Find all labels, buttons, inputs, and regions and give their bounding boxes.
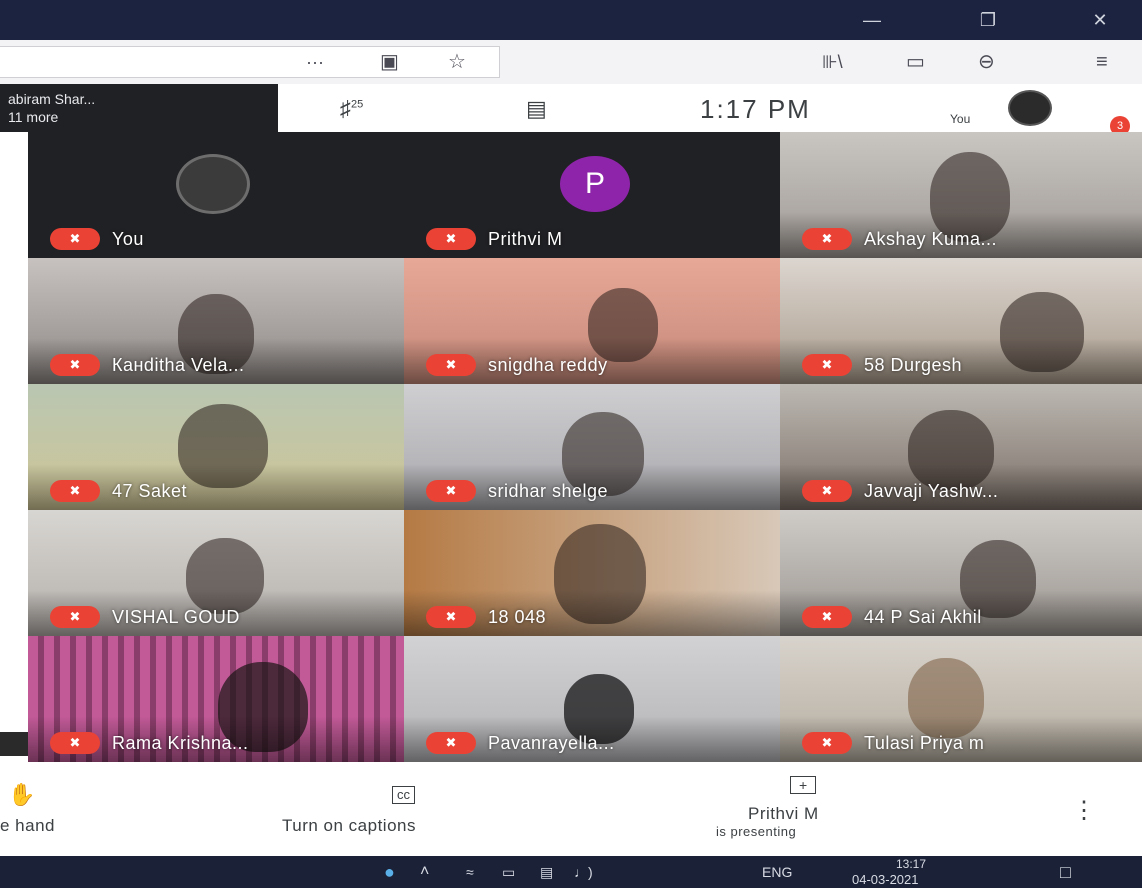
participant-tile[interactable]: ✖ 18 048 — [404, 510, 780, 636]
wifi-icon[interactable]: ▤ — [540, 856, 553, 888]
muted-mic-icon: ✖ — [802, 354, 852, 376]
browser-toolbar: ··· ▣ ☆ ⊪\ ▭ ⊖ ≡ — [0, 40, 1142, 85]
library-icon[interactable]: ⊪\ — [822, 40, 843, 84]
participant-name: Javvaji Yashw... — [864, 481, 999, 501]
presenter-list[interactable]: abiram Shar... 11 more — [0, 84, 278, 132]
captions-label: Turn on captions — [282, 816, 416, 835]
participant-name: 44 P Sai Akhil — [864, 607, 982, 627]
close-icon: ✕ — [1092, 9, 1108, 30]
participant-name: Rama Krishna... — [112, 733, 249, 753]
muted-mic-icon: ✖ — [50, 228, 100, 250]
taskbar-date[interactable]: 04-03-2021 — [852, 864, 919, 896]
participant-name: snigdha reddy — [488, 355, 608, 375]
participant-tile[interactable]: ✖ Rama Krishna... — [28, 636, 404, 762]
muted-mic-icon: ✖ — [426, 480, 476, 502]
pocket-icon[interactable]: ▣ — [380, 40, 399, 84]
present-screen-icon: + — [790, 776, 817, 794]
address-bar[interactable] — [0, 46, 500, 78]
participant-name: Канditha Vela... — [112, 355, 245, 375]
muted-mic-icon: ✖ — [50, 354, 100, 376]
avengers-logo-avatar — [176, 154, 250, 214]
hand-icon: ✋ — [8, 782, 36, 807]
participant-tile[interactable]: ✖ snigdha reddy — [404, 258, 780, 384]
participants-count: 25 — [351, 98, 364, 111]
participants-button[interactable]: ♯25 — [340, 96, 363, 122]
muted-mic-icon: ✖ — [426, 606, 476, 628]
language-indicator[interactable]: ENG — [762, 856, 792, 888]
presenting-status: is presenting — [716, 824, 797, 839]
account-icon[interactable]: ⊖ — [978, 40, 995, 84]
battery-icon[interactable]: ▭ — [502, 856, 515, 888]
raise-hand-label: e hand — [0, 816, 55, 835]
presenting-name: Prithvi M — [748, 804, 819, 823]
minimize-button[interactable]: — — [846, 0, 898, 40]
muted-mic-icon: ✖ — [50, 606, 100, 628]
participant-name: Tulasi Priya m — [864, 733, 985, 753]
participant-name: 47 Saket — [112, 481, 188, 501]
participant-name: Akshay Kuma... — [864, 229, 998, 249]
window-title-bar: — ❐ ✕ — [0, 0, 1142, 40]
participant-tile[interactable]: ✖ VISHAL GOUD — [28, 510, 404, 636]
participant-name: 18 048 — [488, 607, 547, 627]
more-options-icon[interactable]: ⋮ — [1072, 796, 1096, 825]
participant-grid: ✖ You P ✖ Prithvi M ✖ Akshay Kuma... ✖ К… — [28, 132, 1142, 762]
self-label: You — [950, 112, 971, 126]
muted-mic-icon: ✖ — [802, 480, 852, 502]
participant-name: Pavanrayella... — [488, 733, 615, 753]
participant-tile[interactable]: ✖ sridhar shelge — [404, 384, 780, 510]
muted-mic-icon: ✖ — [802, 606, 852, 628]
participant-name: Prithvi M — [488, 229, 563, 249]
taskbar: ● ˄ ≈ ▭ ▤ ♩) ENG 13:17 04-03-2021 □ — [0, 856, 1142, 888]
captions-icon: cc — [392, 786, 415, 804]
muted-mic-icon: ✖ — [426, 354, 476, 376]
participant-tile[interactable]: ✖ Akshay Kuma... — [780, 132, 1142, 258]
presenter-more: 11 more — [8, 109, 59, 125]
close-button[interactable]: ✕ — [1074, 0, 1126, 40]
participant-tile[interactable]: ✖ 44 P Sai Akhil — [780, 510, 1142, 636]
bookmark-star-icon[interactable]: ☆ — [448, 40, 466, 84]
participant-tile[interactable]: ✖ Tulasi Priya m — [780, 636, 1142, 762]
participant-tile[interactable]: ✖ 58 Durgesh — [780, 258, 1142, 384]
chat-button[interactable]: ▤ — [526, 96, 547, 122]
self-avatar[interactable] — [1008, 90, 1052, 126]
participant-tile[interactable]: P ✖ Prithvi M — [404, 132, 780, 258]
participant-tile[interactable]: ✖ Javvaji Yashw... — [780, 384, 1142, 510]
muted-mic-icon: ✖ — [802, 228, 852, 250]
page-actions-icon[interactable]: ··· — [306, 40, 324, 84]
meeting-clock: 1:17 PM — [700, 94, 811, 124]
chevron-up-icon[interactable]: ˄ — [420, 856, 429, 888]
chat-icon: ▤ — [526, 96, 547, 121]
volume-icon[interactable]: ♩) — [574, 856, 593, 888]
meeting-controls: ✋ e hand cc Turn on captions + Prithvi M… — [0, 764, 1142, 856]
notifications-icon[interactable]: □ — [1060, 856, 1071, 888]
restore-button[interactable]: ❐ — [962, 0, 1014, 40]
left-edge-strip — [0, 132, 28, 764]
network-icon[interactable]: ≈ — [466, 856, 474, 888]
assistant-icon[interactable]: ● — [384, 856, 395, 888]
meeting-top-bar: abiram Shar... 11 more ♯25 ▤ 1:17 PM You… — [0, 84, 1142, 136]
people-icon: ♯ — [340, 96, 351, 121]
muted-mic-icon: ✖ — [426, 732, 476, 754]
participant-name: VISHAL GOUD — [112, 607, 240, 627]
participant-tile[interactable]: ✖ Канditha Vela... — [28, 258, 404, 384]
restore-icon: ❐ — [979, 9, 997, 30]
muted-mic-icon: ✖ — [50, 732, 100, 754]
participant-tile[interactable]: ✖ Pavanrayella... — [404, 636, 780, 762]
initial-avatar: P — [560, 156, 630, 212]
participant-tile[interactable]: ✖ You — [28, 132, 404, 258]
muted-mic-icon: ✖ — [426, 228, 476, 250]
muted-mic-icon: ✖ — [50, 480, 100, 502]
participant-name: sridhar shelge — [488, 481, 609, 501]
minimize-icon: — — [863, 9, 881, 30]
participant-name: 58 Durgesh — [864, 355, 963, 375]
presenter-name: abiram Shar... — [8, 91, 96, 107]
participant-name: You — [112, 229, 144, 249]
left-edge-dark — [0, 732, 28, 756]
reader-view-icon[interactable]: ▭ — [906, 40, 925, 84]
muted-mic-icon: ✖ — [802, 732, 852, 754]
participant-tile[interactable]: ✖ 47 Saket — [28, 384, 404, 510]
menu-icon[interactable]: ≡ — [1096, 40, 1108, 84]
